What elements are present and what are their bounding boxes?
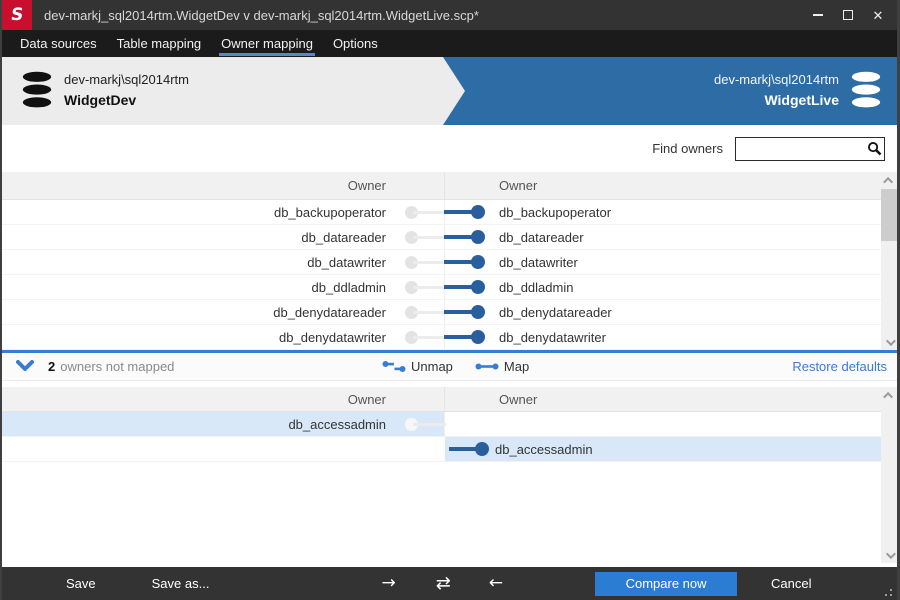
minimize-icon[interactable] bbox=[803, 0, 833, 30]
owner-mapping-slider[interactable] bbox=[405, 412, 485, 437]
target-database-panel: dev-markj\sql2014rtm WidgetLive bbox=[714, 57, 897, 125]
target-owner-cell: db_denydatawriter bbox=[499, 329, 606, 345]
find-owners-label: Find owners bbox=[652, 141, 723, 156]
map-left-arrow-icon[interactable]: ← bbox=[489, 575, 503, 592]
target-owner-column-header: Owner bbox=[499, 391, 538, 407]
close-icon[interactable]: ✕ bbox=[863, 0, 893, 30]
window-title: dev-markj_sql2014rtm.WidgetDev v dev-mar… bbox=[44, 7, 479, 23]
table-row[interactable]: db_datareader db_datareader bbox=[2, 225, 881, 250]
source-owner-cell: db_denydatawriter bbox=[2, 325, 445, 349]
target-owner-cell: db_denydatareader bbox=[499, 304, 612, 320]
database-icon bbox=[851, 71, 881, 108]
owner-mapping-slider[interactable] bbox=[449, 437, 489, 462]
owner-mapping-slider[interactable] bbox=[405, 300, 485, 325]
find-owners-row: Find owners bbox=[2, 125, 897, 172]
map-right-arrow-icon[interactable]: → bbox=[381, 575, 395, 592]
table-row[interactable]: db_backupoperator db_backupoperator bbox=[2, 200, 881, 225]
unmap-icon bbox=[382, 361, 406, 372]
scroll-down-icon[interactable] bbox=[881, 334, 897, 350]
tab-table-mapping[interactable]: Table mapping bbox=[107, 30, 212, 57]
save-as-button[interactable]: Save as... bbox=[152, 576, 210, 591]
source-owner-cell: db_datawriter bbox=[2, 250, 445, 274]
unmap-button[interactable]: Unmap bbox=[382, 359, 453, 374]
unmapped-count-label: owners not mapped bbox=[60, 359, 175, 374]
target-owner-cell: db_ddladmin bbox=[499, 279, 574, 295]
resize-grip[interactable] bbox=[882, 586, 892, 596]
owner-mapping-slider[interactable] bbox=[405, 275, 485, 300]
maximize-icon[interactable] bbox=[833, 0, 863, 30]
source-database-name: WidgetDev bbox=[64, 92, 137, 109]
table-row[interactable]: db_ddladmin db_ddladmin bbox=[2, 275, 881, 300]
source-owner-cell: db_ddladmin bbox=[2, 275, 445, 299]
map-button[interactable]: Map bbox=[475, 359, 529, 374]
source-owner-column-header: Owner bbox=[2, 387, 445, 411]
scroll-up-icon[interactable] bbox=[881, 172, 897, 188]
target-owner-cell bbox=[445, 412, 881, 436]
vertical-scrollbar[interactable] bbox=[881, 387, 897, 563]
restore-defaults-link[interactable]: Restore defaults bbox=[792, 359, 887, 374]
scrollbar-thumb[interactable] bbox=[881, 189, 897, 241]
table-row[interactable]: db_datawriter db_datawriter bbox=[2, 250, 881, 275]
owner-mapping-slider[interactable] bbox=[405, 200, 485, 225]
table-row[interactable]: db_denydatareader db_denydatareader bbox=[2, 300, 881, 325]
owner-mapping-slider[interactable] bbox=[405, 250, 485, 275]
compare-now-button[interactable]: Compare now bbox=[595, 571, 738, 596]
tab-options[interactable]: Options bbox=[323, 30, 388, 57]
target-server-name: dev-markj\sql2014rtm bbox=[714, 72, 839, 88]
title-bar: S dev-markj_sql2014rtm.WidgetDev v dev-m… bbox=[2, 0, 897, 30]
target-owner-cell: db_accessadmin bbox=[445, 437, 881, 461]
save-button[interactable]: Save bbox=[66, 576, 96, 591]
tab-bar: Data sources Table mapping Owner mapping… bbox=[2, 30, 897, 57]
map-label: Map bbox=[503, 359, 530, 374]
database-icon bbox=[22, 71, 52, 108]
collapse-section-icon[interactable] bbox=[14, 360, 36, 373]
find-owners-searchbox bbox=[735, 136, 885, 161]
target-owner-cell: db_backupoperator bbox=[499, 204, 612, 220]
mapped-owners-grid: Owner Owner db_backupoperator db_backupo… bbox=[2, 172, 897, 350]
scroll-up-icon[interactable] bbox=[881, 387, 897, 403]
grid-header-row: Owner Owner bbox=[2, 387, 881, 412]
footer-bar: Save Save as... → ⇄ ← Compare now Cancel bbox=[2, 567, 897, 600]
map-icon bbox=[475, 363, 499, 370]
target-owner-column-header: Owner bbox=[499, 178, 538, 193]
table-row[interactable]: db_accessadmin bbox=[2, 412, 881, 437]
tab-data-sources[interactable]: Data sources bbox=[10, 30, 107, 57]
unmapped-section-bar: 2 owners not mapped Unmap Map Restore de… bbox=[2, 350, 897, 381]
table-row[interactable]: db_denydatawriter db_denydatawriter bbox=[2, 325, 881, 350]
target-owner-cell: db_datareader bbox=[499, 229, 584, 245]
grid-header-row: Owner Owner bbox=[2, 172, 881, 200]
unmapped-count: 2 bbox=[48, 359, 56, 374]
app-logo-icon: S bbox=[2, 0, 32, 30]
unmapped-owners-grid: Owner Owner db_accessadmin db_accessadmi… bbox=[2, 387, 897, 563]
source-owner-cell: db_denydatareader bbox=[2, 300, 445, 324]
source-owner-cell bbox=[2, 437, 445, 461]
source-database-panel: dev-markj\sql2014rtm WidgetDev bbox=[2, 57, 465, 125]
target-database-name: WidgetLive bbox=[764, 92, 839, 109]
cancel-button[interactable]: Cancel bbox=[771, 576, 811, 591]
find-owners-input[interactable] bbox=[736, 138, 864, 159]
search-icon[interactable] bbox=[864, 139, 884, 159]
owner-mapping-slider[interactable] bbox=[405, 325, 485, 350]
source-owner-cell: db_backupoperator bbox=[2, 200, 445, 224]
vertical-scrollbar[interactable] bbox=[881, 172, 897, 350]
owner-mapping-slider[interactable] bbox=[405, 225, 485, 250]
source-owner-cell: db_datareader bbox=[2, 225, 445, 249]
target-owner-label: db_accessadmin bbox=[495, 441, 593, 457]
tab-owner-mapping[interactable]: Owner mapping bbox=[211, 30, 323, 57]
source-owner-column-header: Owner bbox=[2, 172, 445, 199]
source-server-name: dev-markj\sql2014rtm bbox=[64, 72, 189, 88]
unmap-label: Unmap bbox=[411, 359, 453, 374]
target-owner-cell: db_datawriter bbox=[499, 254, 578, 270]
scroll-down-icon[interactable] bbox=[881, 547, 897, 563]
table-row[interactable]: db_accessadmin bbox=[2, 437, 881, 462]
source-owner-cell: db_accessadmin bbox=[2, 412, 445, 436]
app-window: S dev-markj_sql2014rtm.WidgetDev v dev-m… bbox=[0, 0, 900, 600]
swap-arrows-icon[interactable]: ⇄ bbox=[436, 574, 451, 593]
data-sources-header: dev-markj\sql2014rtm WidgetLive dev-mark… bbox=[2, 57, 897, 125]
window-controls: ✕ bbox=[803, 0, 893, 30]
